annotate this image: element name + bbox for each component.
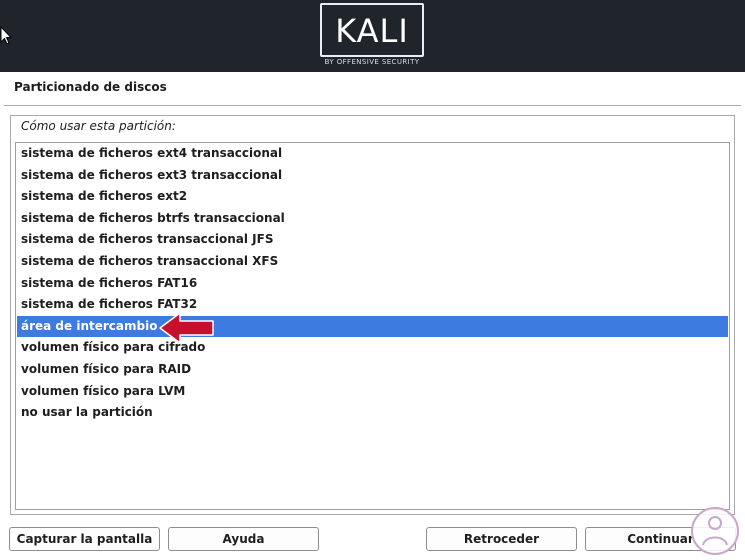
list-item-ext2[interactable]: sistema de ficheros ext2 [17,186,728,207]
list-item-lvm-volume[interactable]: volumen físico para LVM [17,381,728,402]
list-item-ext4[interactable]: sistema de ficheros ext4 transaccional [17,143,728,164]
installer-window: KALI BY OFFENSIVE SECURITY Particionado … [0,0,745,560]
list-item-swap-selected[interactable]: área de intercambio [17,315,728,337]
annotation-arrow-icon [159,312,214,344]
mouse-pointer-icon [0,26,12,45]
list-item-xfs[interactable]: sistema de ficheros transaccional XFS [17,251,728,272]
list-item-encrypted-volume[interactable]: volumen físico para cifrado [17,337,728,358]
list-item-fat32[interactable]: sistema de ficheros FAT32 [17,294,728,315]
watermark-logo-icon [691,507,739,555]
back-button[interactable]: Retroceder [426,527,577,551]
list-item-do-not-use[interactable]: no usar la partición [17,402,728,423]
list-item-ext3[interactable]: sistema de ficheros ext3 transaccional [17,165,728,186]
kali-banner: KALI BY OFFENSIVE SECURITY [0,0,745,72]
partition-usage-question: Cómo usar esta partición: [21,119,176,133]
page-title: Particionado de discos [14,80,167,94]
list-item-btrfs[interactable]: sistema de ficheros btrfs transaccional [17,208,728,229]
help-button[interactable]: Ayuda [168,527,319,551]
list-item-raid-volume[interactable]: volumen físico para RAID [17,359,728,380]
kali-logo-subtitle: BY OFFENSIVE SECURITY [324,58,420,66]
partition-usage-list[interactable]: sistema de ficheros ext4 transaccional s… [15,142,730,510]
kali-logo-text: KALI [335,12,409,50]
list-item-jfs[interactable]: sistema de ficheros transaccional JFS [17,229,728,250]
list-item-fat16[interactable]: sistema de ficheros FAT16 [17,273,728,294]
screenshot-button[interactable]: Capturar la pantalla [9,527,160,551]
title-divider [4,105,741,106]
kali-logo: KALI [320,3,424,57]
